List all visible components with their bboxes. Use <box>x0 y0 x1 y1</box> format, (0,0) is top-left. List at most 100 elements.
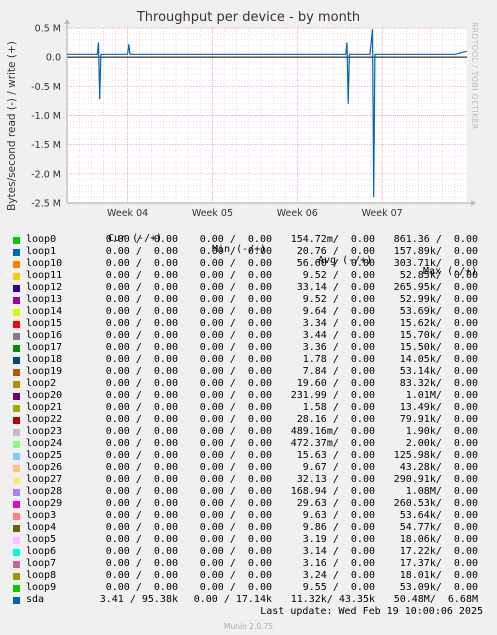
legend-swatch <box>13 441 20 448</box>
legend-min: 0.00 / 0.00 <box>199 246 272 257</box>
legend-name: loop13 <box>26 294 63 305</box>
legend-avg: 9.63 / 0.00 <box>302 510 375 521</box>
legend-swatch <box>13 429 20 436</box>
legend-max: 15.70k/ 0.00 <box>399 330 478 341</box>
legend-name: loop5 <box>26 534 57 545</box>
legend-row-loop14: loop14 0.00 / 0.00 0.00 / 0.00 9.64 / 0.00 5… <box>0 306 497 318</box>
x-tick-label: Week 06 <box>277 208 318 219</box>
last-update: Last update: Wed Feb 19 10:00:06 2025 <box>260 606 483 617</box>
legend-max: 83.32k/ 0.00 <box>399 378 478 389</box>
legend-name: loop29 <box>26 498 63 509</box>
legend-row-loop17: loop17 0.00 / 0.00 0.00 / 0.00 3.36 / 0.00 1… <box>0 342 497 354</box>
legend-row-loop13: loop13 0.00 / 0.00 0.00 / 0.00 9.52 / 0.00 5… <box>0 294 497 306</box>
legend-row-loop10: loop10 0.00 / 0.00 0.00 / 0.00 56.60 / 0.00… <box>0 258 497 270</box>
legend-max: 265.95k/ 0.00 <box>393 282 478 293</box>
legend-name: loop26 <box>26 462 63 473</box>
legend-swatch <box>13 285 20 292</box>
legend-name: loop20 <box>26 390 63 401</box>
legend-min: 0.00 / 0.00 <box>199 462 272 473</box>
legend-min: 0.00 / 0.00 <box>199 294 272 305</box>
y-tick-label: -1.0 M <box>31 111 61 122</box>
legend-row-loop5: loop5 0.00 / 0.00 0.00 / 0.00 3.19 / 0.00 18… <box>0 534 497 546</box>
legend-min: 0.00 / 17.14k <box>193 594 272 605</box>
legend-swatch <box>13 561 20 568</box>
legend-min: 0.00 / 0.00 <box>199 402 272 413</box>
legend-cur: 0.00 / 0.00 <box>105 414 178 425</box>
legend-name: sda <box>26 594 45 605</box>
legend-row-loop29: loop29 0.00 / 0.00 0.00 / 0.00 29.63 / 0.00… <box>0 498 497 510</box>
legend-name: loop10 <box>26 258 63 269</box>
legend-avg: 3.34 / 0.00 <box>302 318 375 329</box>
legend-name: loop19 <box>26 366 63 377</box>
legend-max: 43.28k/ 0.00 <box>399 462 478 473</box>
legend-min: 0.00 / 0.00 <box>199 270 272 281</box>
legend-max: 157.89k/ 0.00 <box>393 246 478 257</box>
legend-cur: 0.00 / 0.00 <box>105 450 178 461</box>
legend-max: 14.05k/ 0.00 <box>399 354 478 365</box>
legend-min: 0.00 / 0.00 <box>199 570 272 581</box>
legend-row-loop2: loop2 0.00 / 0.00 0.00 / 0.00 19.60 / 0.00 8… <box>0 378 497 390</box>
legend-min: 0.00 / 0.00 <box>199 450 272 461</box>
legend-max: 15.62k/ 0.00 <box>399 318 478 329</box>
legend-max: 53.64k/ 0.00 <box>399 510 478 521</box>
legend-name: loop18 <box>26 354 63 365</box>
legend-row-loop20: loop20 0.00 / 0.00 0.00 / 0.00 231.99 / 0.0… <box>0 390 497 402</box>
legend-cur: 0.00 / 0.00 <box>105 330 178 341</box>
legend-min: 0.00 / 0.00 <box>199 426 272 437</box>
legend-cur: 0.00 / 0.00 <box>105 402 178 413</box>
legend-avg: 15.63 / 0.00 <box>296 450 375 461</box>
legend-cur: 0.00 / 0.00 <box>105 462 178 473</box>
legend-swatch <box>13 513 20 520</box>
x-axis-arrow <box>471 200 476 206</box>
legend-swatch <box>13 357 20 364</box>
legend-min: 0.00 / 0.00 <box>199 234 272 245</box>
legend-avg: 9.64 / 0.00 <box>302 306 375 317</box>
legend-swatch <box>13 549 20 556</box>
legend-cur: 0.00 / 0.00 <box>105 426 178 437</box>
legend-avg: 9.55 / 0.00 <box>302 582 375 593</box>
legend-row-loop1: loop1 0.00 / 0.00 0.00 / 0.00 20.76 / 0.00 1… <box>0 246 497 258</box>
legend-avg: 3.36 / 0.00 <box>302 342 375 353</box>
legend-max: 53.14k/ 0.00 <box>399 366 478 377</box>
legend-swatch <box>13 405 20 412</box>
x-tick-label: Week 04 <box>107 208 148 219</box>
legend-max: 52.85k/ 0.00 <box>399 270 478 281</box>
legend-cur: 0.00 / 0.00 <box>105 246 178 257</box>
legend-min: 0.00 / 0.00 <box>199 558 272 569</box>
legend-avg: 472.37m/ 0.00 <box>290 438 375 449</box>
legend-max: 79.91k/ 0.00 <box>399 414 478 425</box>
legend-min: 0.00 / 0.00 <box>199 438 272 449</box>
y-tick-label: 0.0 <box>46 53 61 64</box>
legend-max: 18.06k/ 0.00 <box>399 534 478 545</box>
legend-avg: 19.60 / 0.00 <box>296 378 375 389</box>
legend-row-sda: sda 3.41 / 95.38k 0.00 / 17.14k 11.32k/ 43.… <box>0 594 497 606</box>
legend-row-loop21: loop21 0.00 / 0.00 0.00 / 0.00 1.58 / 0.00 1… <box>0 402 497 414</box>
legend-row-loop18: loop18 0.00 / 0.00 0.00 / 0.00 1.78 / 0.00 1… <box>0 354 497 366</box>
legend-cur: 0.00 / 0.00 <box>105 546 178 557</box>
legend-avg: 489.16m/ 0.00 <box>290 426 375 437</box>
legend-row-loop11: loop11 0.00 / 0.00 0.00 / 0.00 9.52 / 0.00 5… <box>0 270 497 282</box>
legend-min: 0.00 / 0.00 <box>199 474 272 485</box>
legend-row-loop27: loop27 0.00 / 0.00 0.00 / 0.00 32.13 / 0.00… <box>0 474 497 486</box>
legend-avg: 168.94 / 0.00 <box>290 486 375 497</box>
legend-swatch <box>13 345 20 352</box>
legend-avg: 3.14 / 0.00 <box>302 546 375 557</box>
legend-max: 1.08M/ 0.00 <box>405 486 478 497</box>
legend-swatch <box>13 417 20 424</box>
legend-min: 0.00 / 0.00 <box>199 510 272 521</box>
legend-max: 53.09k/ 0.00 <box>399 582 478 593</box>
legend-max: 52.99k/ 0.00 <box>399 294 478 305</box>
legend-max: 1.90k/ 0.00 <box>405 426 478 437</box>
legend-name: loop17 <box>26 342 63 353</box>
legend-max: 17.37k/ 0.00 <box>399 558 478 569</box>
legend-min: 0.00 / 0.00 <box>199 318 272 329</box>
legend-min: 0.00 / 0.00 <box>199 486 272 497</box>
legend-max: 861.36 / 0.00 <box>393 234 478 245</box>
y-tick-label: 0.5 M <box>35 24 61 35</box>
legend-swatch <box>13 393 20 400</box>
legend-cur: 0.00 / 0.00 <box>105 558 178 569</box>
legend-min: 0.00 / 0.00 <box>199 414 272 425</box>
legend-min: 0.00 / 0.00 <box>199 522 272 533</box>
legend-swatch <box>13 381 20 388</box>
munin-version: Munin 2.0.75 <box>223 622 274 631</box>
